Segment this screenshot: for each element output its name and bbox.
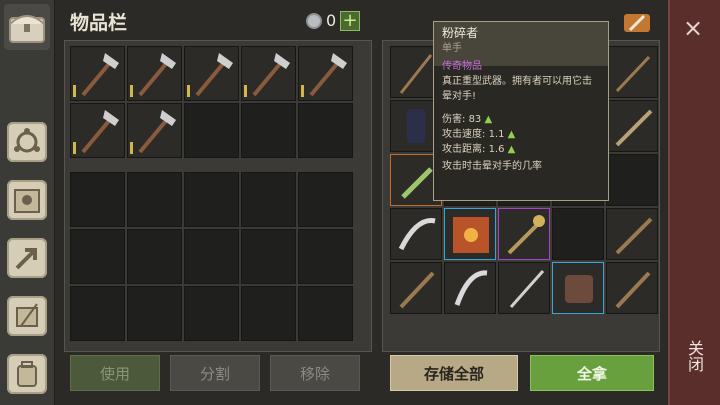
hammer-icon[interactable] <box>620 8 654 36</box>
compass-icon[interactable] <box>7 122 47 162</box>
chest-icon[interactable] <box>4 4 50 50</box>
close-bar[interactable]: × 关闭 <box>668 0 720 405</box>
tooltip-stat-attack-range: 攻击距离: 1.6 ▲ <box>442 144 516 155</box>
empty-slot[interactable] <box>184 172 239 227</box>
backpack-icon[interactable] <box>7 354 47 394</box>
storage-slot[interactable] <box>606 46 658 98</box>
add-coins-button[interactable]: + <box>340 11 360 31</box>
storage-slot[interactable] <box>606 262 658 314</box>
empty-slot[interactable] <box>241 286 296 341</box>
inventory-slot[interactable] <box>184 46 239 101</box>
storage-slot[interactable] <box>606 100 658 152</box>
tooltip-stat-damage: 伤害: 83 ▲ <box>442 114 493 125</box>
sun-book-icon[interactable] <box>7 180 47 220</box>
tooltip-item-name: 粉碎者 <box>442 26 479 40</box>
hotbar-grid <box>70 46 353 158</box>
item-tooltip: 粉碎者 单手 传奇物品 真正重型武器。拥有者可以用它击晕对手! 伤害: 83 ▲… <box>433 21 609 201</box>
remove-button[interactable]: 移除 <box>270 355 360 391</box>
empty-slot[interactable] <box>241 103 296 158</box>
storage-slot[interactable] <box>498 208 550 260</box>
left-nav-bar <box>0 0 55 405</box>
tooltip-description: 真正重型武器。拥有者可以用它击晕对手! <box>442 76 592 102</box>
empty-slot[interactable] <box>70 172 125 227</box>
close-icon[interactable]: × <box>683 14 703 42</box>
storage-slot[interactable] <box>444 208 496 260</box>
durability-bar <box>73 142 76 154</box>
store-all-button[interactable]: 存储全部 <box>390 355 518 391</box>
empty-slot[interactable] <box>241 229 296 284</box>
durability-bar <box>73 85 76 97</box>
empty-slot[interactable] <box>127 172 182 227</box>
close-label[interactable]: 关闭 <box>685 340 706 372</box>
storage-slot[interactable] <box>390 208 442 260</box>
inventory-slot[interactable] <box>70 46 125 101</box>
backpack-grid <box>70 172 353 341</box>
storage-slot[interactable] <box>444 262 496 314</box>
take-all-button[interactable]: 全拿 <box>530 355 654 391</box>
coin-icon <box>306 13 322 29</box>
empty-slot[interactable] <box>184 286 239 341</box>
storage-slot[interactable] <box>606 208 658 260</box>
durability-bar <box>187 85 190 97</box>
page-title: 物品栏 <box>70 12 128 34</box>
durability-bar <box>130 85 133 97</box>
empty-slot[interactable] <box>127 229 182 284</box>
durability-bar <box>130 142 133 154</box>
inventory-slot[interactable] <box>127 46 182 101</box>
tooltip-effect: 攻击时击晕对手的几率 <box>442 161 542 172</box>
empty-slot[interactable] <box>298 229 353 284</box>
storage-slot[interactable] <box>498 262 550 314</box>
empty-slot[interactable] <box>184 229 239 284</box>
storage-slot[interactable] <box>552 262 604 314</box>
tooltip-rarity: 传奇物品 <box>442 61 482 72</box>
durability-bar <box>301 85 304 97</box>
inventory-slot[interactable] <box>127 103 182 158</box>
empty-slot[interactable] <box>70 286 125 341</box>
inventory-slot[interactable] <box>298 46 353 101</box>
split-button[interactable]: 分割 <box>170 355 260 391</box>
craft-arrow-icon[interactable] <box>7 238 47 278</box>
storage-slot[interactable] <box>390 262 442 314</box>
use-button[interactable]: 使用 <box>70 355 160 391</box>
storage-slot[interactable] <box>552 208 604 260</box>
scroll-quill-icon[interactable] <box>7 296 47 336</box>
empty-slot[interactable] <box>298 286 353 341</box>
inventory-slot[interactable] <box>70 103 125 158</box>
empty-slot[interactable] <box>241 172 296 227</box>
empty-slot[interactable] <box>298 172 353 227</box>
durability-bar <box>244 85 247 97</box>
tooltip-item-subtype: 单手 <box>442 43 462 54</box>
tooltip-stat-attack-speed: 攻击速度: 1.1 ▲ <box>442 129 516 140</box>
empty-slot[interactable] <box>70 229 125 284</box>
coin-count: 0 <box>326 11 337 30</box>
empty-slot[interactable] <box>184 103 239 158</box>
storage-slot[interactable] <box>606 154 658 206</box>
empty-slot[interactable] <box>298 103 353 158</box>
empty-slot[interactable] <box>127 286 182 341</box>
inventory-slot[interactable] <box>241 46 296 101</box>
